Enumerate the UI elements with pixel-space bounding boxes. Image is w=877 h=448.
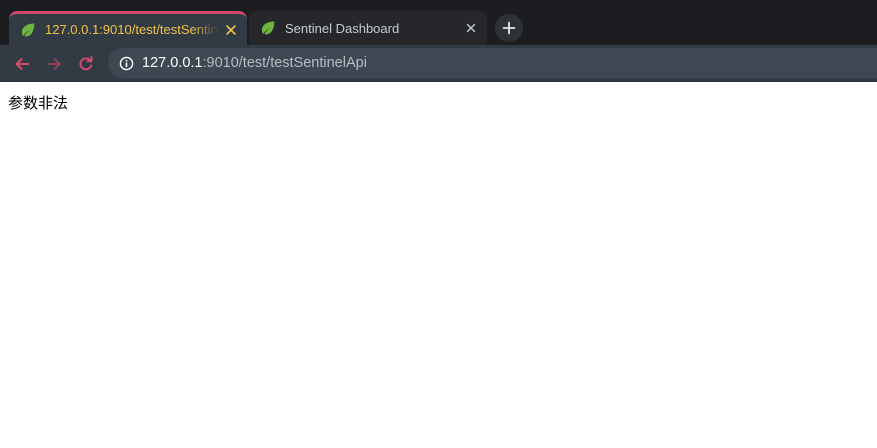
response-message: 参数非法 [8, 94, 69, 112]
browser-window: 127.0.0.1:9010/test/testSentinelApi Sent… [0, 0, 877, 448]
address-url: 127.0.0.1:9010/test/testSentinelApi [142, 55, 367, 71]
reload-icon [77, 55, 95, 73]
page-content: 参数非法 [0, 82, 877, 448]
tab-strip: 127.0.0.1:9010/test/testSentinelApi Sent… [0, 0, 877, 45]
tab-sentinel-dashboard[interactable]: Sentinel Dashboard [249, 11, 487, 45]
plus-icon [502, 21, 516, 35]
info-icon[interactable] [118, 55, 134, 71]
address-bar[interactable]: 127.0.0.1:9010/test/testSentinelApi [108, 48, 877, 78]
forward-button[interactable] [42, 52, 66, 76]
spring-leaf-icon [259, 19, 277, 37]
arrow-left-icon [13, 55, 31, 73]
close-icon[interactable] [463, 20, 479, 36]
arrow-right-icon [45, 55, 63, 73]
spring-leaf-icon [19, 21, 37, 39]
reload-button[interactable] [74, 52, 98, 76]
tab-test-sentinel-api[interactable]: 127.0.0.1:9010/test/testSentinelApi [9, 11, 247, 45]
new-tab-button[interactable] [495, 14, 523, 42]
url-host: 127.0.0.1 [142, 55, 203, 71]
url-path: :9010/test/testSentinelApi [202, 55, 367, 71]
tab-title: 127.0.0.1:9010/test/testSentinelApi [45, 22, 219, 37]
back-button[interactable] [10, 52, 34, 76]
toolbar: 127.0.0.1:9010/test/testSentinelApi [0, 45, 877, 82]
tab-title: Sentinel Dashboard [285, 20, 400, 36]
close-icon[interactable] [223, 22, 239, 38]
